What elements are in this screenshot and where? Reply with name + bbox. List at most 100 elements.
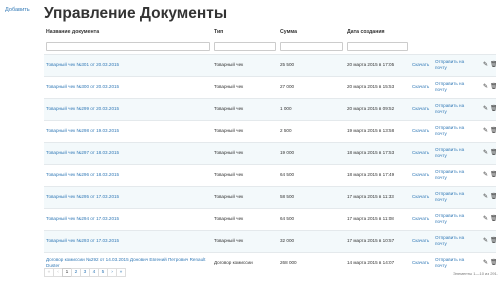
document-type: Товарный чек: [212, 163, 278, 186]
document-date: 20 марта 2015 в 15:53: [345, 75, 410, 98]
pencil-icon[interactable]: ✎: [483, 149, 488, 157]
document-type: Товарный чек: [212, 53, 278, 76]
trash-icon[interactable]: 🗑: [490, 61, 496, 69]
document-sum: 64 500: [278, 207, 345, 230]
download-link[interactable]: Скачать: [412, 172, 429, 177]
trash-icon[interactable]: 🗑: [490, 237, 496, 245]
pencil-icon[interactable]: ✎: [483, 237, 488, 245]
pencil-icon[interactable]: ✎: [483, 171, 488, 179]
document-date: 20 марта 2015 в 09:52: [345, 97, 410, 120]
document-sum: 27 000: [278, 75, 345, 98]
filter-sum-input[interactable]: [280, 41, 343, 51]
send-email-link[interactable]: Отправить на почту: [435, 147, 464, 158]
header-name[interactable]: Название документа: [44, 24, 212, 40]
pagination: «‹ 1 2 3 4 5 ›»: [44, 268, 126, 277]
filter-blank: [435, 42, 477, 51]
send-email-link[interactable]: Отправить на почту: [435, 235, 464, 246]
filter-type-input[interactable]: [214, 41, 276, 51]
header-sum[interactable]: Сумма: [278, 24, 345, 40]
table-body: Товарный чек №301 от 20.03.2015 Товарный …: [44, 53, 496, 274]
document-name-link[interactable]: Товарный чек №299 от 20.03.2015: [46, 106, 119, 111]
table-row: Товарный чек №300 от 20.03.2015 Товарный …: [44, 75, 496, 98]
document-name-link[interactable]: Товарный чек №297 от 18.03.2015: [46, 150, 119, 155]
trash-icon[interactable]: 🗑: [490, 259, 496, 267]
download-link[interactable]: Скачать: [412, 128, 429, 133]
table-row: Товарный чек №298 от 19.03.2015 Товарный …: [44, 119, 496, 142]
header-blank: [479, 24, 496, 40]
trash-icon[interactable]: 🗑: [490, 193, 496, 201]
document-date: 17 марта 2015 в 10:57: [345, 229, 410, 252]
trash-icon[interactable]: 🗑: [490, 83, 496, 91]
document-sum: 58 500: [278, 185, 345, 208]
filter-blank: [412, 42, 431, 51]
header-date[interactable]: Дата создания: [345, 24, 410, 40]
download-link[interactable]: Скачать: [412, 216, 429, 221]
results-summary: Элементы 1—10 из 291.: [452, 271, 498, 276]
document-sum: 32 000: [278, 229, 345, 252]
send-email-link[interactable]: Отправить на почту: [435, 59, 464, 70]
download-link[interactable]: Скачать: [412, 84, 429, 89]
pencil-icon[interactable]: ✎: [483, 259, 488, 267]
document-date: 14 марта 2015 в 14:07: [345, 251, 410, 274]
header-type[interactable]: Тип: [212, 24, 278, 40]
send-email-link[interactable]: Отправить на почту: [435, 125, 464, 136]
table-row: Товарный чек №299 от 20.03.2015 Товарный …: [44, 97, 496, 120]
document-name-link[interactable]: Договор комиссии №292 от 14.03.2015 Доно…: [46, 257, 205, 268]
document-type: Товарный чек: [212, 141, 278, 164]
table-row: Товарный чек №297 от 18.03.2015 Товарный …: [44, 141, 496, 164]
trash-icon[interactable]: 🗑: [490, 215, 496, 223]
send-email-link[interactable]: Отправить на почту: [435, 257, 464, 268]
document-sum: 25 500: [278, 53, 345, 76]
document-date: 20 марта 2015 в 17:05: [345, 53, 410, 76]
pencil-icon[interactable]: ✎: [483, 83, 488, 91]
document-date: 19 марта 2015 в 13:58: [345, 119, 410, 142]
document-date: 18 марта 2015 в 17:53: [345, 141, 410, 164]
document-sum: 64 500: [278, 163, 345, 186]
table-header-row: Название документа Тип Сумма Дата создан…: [44, 24, 496, 40]
document-name-link[interactable]: Товарный чек №294 от 17.03.2015: [46, 216, 119, 221]
header-blank: [433, 24, 479, 40]
table-row: Товарный чек №296 от 18.03.2015 Товарный …: [44, 163, 496, 186]
page-title: Управление Документы: [44, 5, 228, 22]
document-type: Товарный чек: [212, 185, 278, 208]
document-type: Товарный чек: [212, 119, 278, 142]
send-email-link[interactable]: Отправить на почту: [435, 213, 464, 224]
document-type: Товарный чек: [212, 75, 278, 98]
document-type: Товарный чек: [212, 97, 278, 120]
send-email-link[interactable]: Отправить на почту: [435, 191, 464, 202]
document-name-link[interactable]: Товарный чек №293 от 17.03.2015: [46, 238, 119, 243]
download-link[interactable]: Скачать: [412, 194, 429, 199]
trash-icon[interactable]: 🗑: [490, 171, 496, 179]
document-name-link[interactable]: Товарный чек №296 от 18.03.2015: [46, 172, 119, 177]
filter-row: [44, 40, 496, 54]
document-name-link[interactable]: Товарный чек №298 от 19.03.2015: [46, 128, 119, 133]
send-email-link[interactable]: Отправить на почту: [435, 103, 464, 114]
last-page-button[interactable]: »: [116, 268, 126, 277]
document-sum: 2 500: [278, 119, 345, 142]
document-type: Договор комиссии: [212, 251, 278, 274]
download-link[interactable]: Скачать: [412, 106, 429, 111]
download-link[interactable]: Скачать: [412, 150, 429, 155]
send-email-link[interactable]: Отправить на почту: [435, 81, 464, 92]
download-link[interactable]: Скачать: [412, 62, 429, 67]
pencil-icon[interactable]: ✎: [483, 193, 488, 201]
trash-icon[interactable]: 🗑: [490, 127, 496, 135]
filter-date-input[interactable]: [347, 41, 408, 51]
document-name-link[interactable]: Товарный чек №300 от 20.03.2015: [46, 84, 119, 89]
download-link[interactable]: Скачать: [412, 238, 429, 243]
trash-icon[interactable]: 🗑: [490, 105, 496, 113]
document-name-link[interactable]: Товарный чек №301 от 20.03.2015: [46, 62, 119, 67]
header-blank: [410, 24, 433, 40]
send-email-link[interactable]: Отправить на почту: [435, 169, 464, 180]
pencil-icon[interactable]: ✎: [483, 105, 488, 113]
document-sum: 19 000: [278, 141, 345, 164]
document-sum: 268 000: [278, 251, 345, 274]
filter-name-input[interactable]: [46, 41, 210, 51]
trash-icon[interactable]: 🗑: [490, 149, 496, 157]
add-document-link[interactable]: Добавить: [5, 7, 30, 13]
download-link[interactable]: Скачать: [412, 260, 429, 265]
document-name-link[interactable]: Товарный чек №295 от 17.03.2015: [46, 194, 119, 199]
pencil-icon[interactable]: ✎: [483, 215, 488, 223]
pencil-icon[interactable]: ✎: [483, 61, 488, 69]
pencil-icon[interactable]: ✎: [483, 127, 488, 135]
